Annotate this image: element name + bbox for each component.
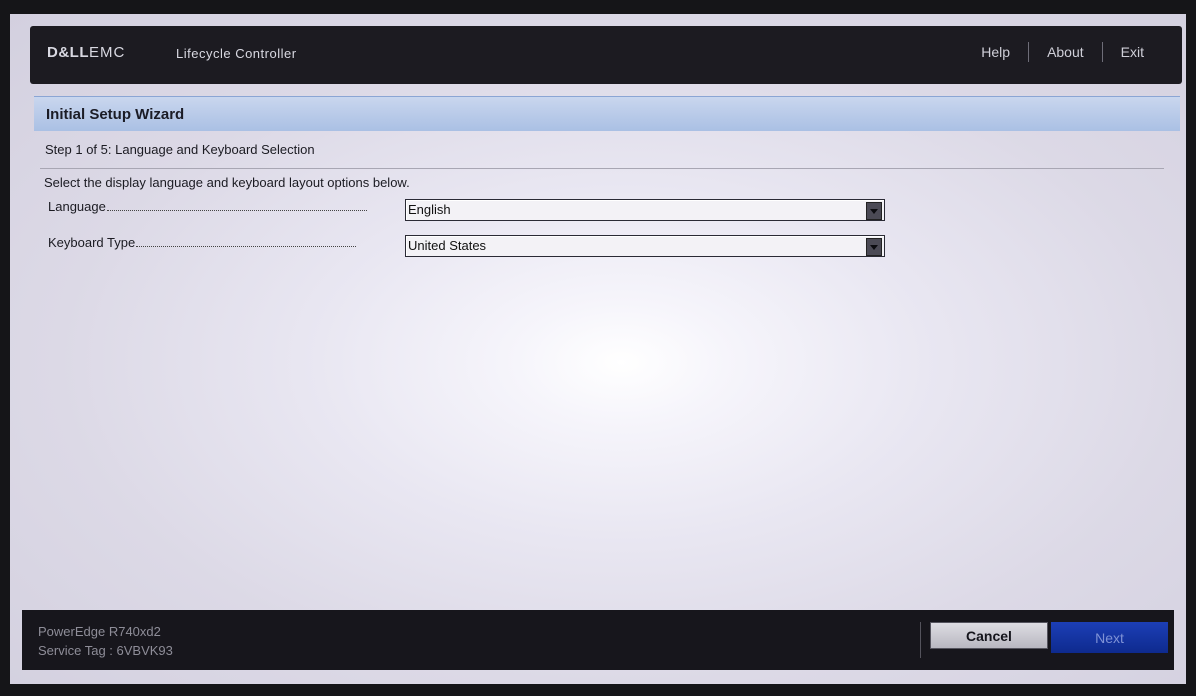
wizard-title-bar: Initial Setup Wizard [34,96,1180,131]
wizard-title: Initial Setup Wizard [46,106,185,123]
step-heading: Step 1 of 5: Language and Keyboard Selec… [45,142,315,157]
top-nav: Help About Exit [963,42,1162,62]
next-button[interactable]: Next [1051,622,1168,653]
dropdown-arrow-icon[interactable] [866,202,882,220]
keyboard-type-value: United States [408,238,487,253]
keyboard-type-label: Keyboard Type [48,235,383,250]
dropdown-arrow-icon[interactable] [866,238,882,256]
divider [40,168,1164,169]
lifecycle-controller-screen: D&LLEMC Lifecycle Controller Help About … [10,14,1186,684]
service-tag: Service Tag : 6VBVK93 [38,643,173,658]
monitor-bezel: D&LLEMC Lifecycle Controller Help About … [0,0,1196,696]
language-value: English [408,202,451,217]
dell-emc-logo: D&LLEMC [47,44,125,61]
language-label: Language [48,199,383,214]
keyboard-type-select[interactable]: United States [405,235,885,257]
bottom-bar: PowerEdge R740xd2 Service Tag : 6VBVK93 … [22,610,1174,670]
cancel-button[interactable]: Cancel [930,622,1048,649]
device-info: PowerEdge R740xd2 Service Tag : 6VBVK93 [38,622,173,660]
help-link[interactable]: Help [963,44,1028,60]
logo-dell-text: D&LL [47,44,89,61]
logo-emc-text: EMC [89,44,126,61]
model-name: PowerEdge R740xd2 [38,624,161,639]
language-label-text: Language [48,199,106,214]
top-header: D&LLEMC Lifecycle Controller Help About … [30,26,1182,84]
instructions-text: Select the display language and keyboard… [44,175,410,190]
language-select[interactable]: English [405,199,885,221]
leader-dots [136,245,357,247]
exit-link[interactable]: Exit [1103,44,1162,60]
footer-divider [920,622,921,658]
keyboard-type-label-text: Keyboard Type [48,235,136,250]
app-title: Lifecycle Controller [176,46,297,61]
about-link[interactable]: About [1029,44,1102,60]
leader-dots [106,209,367,211]
